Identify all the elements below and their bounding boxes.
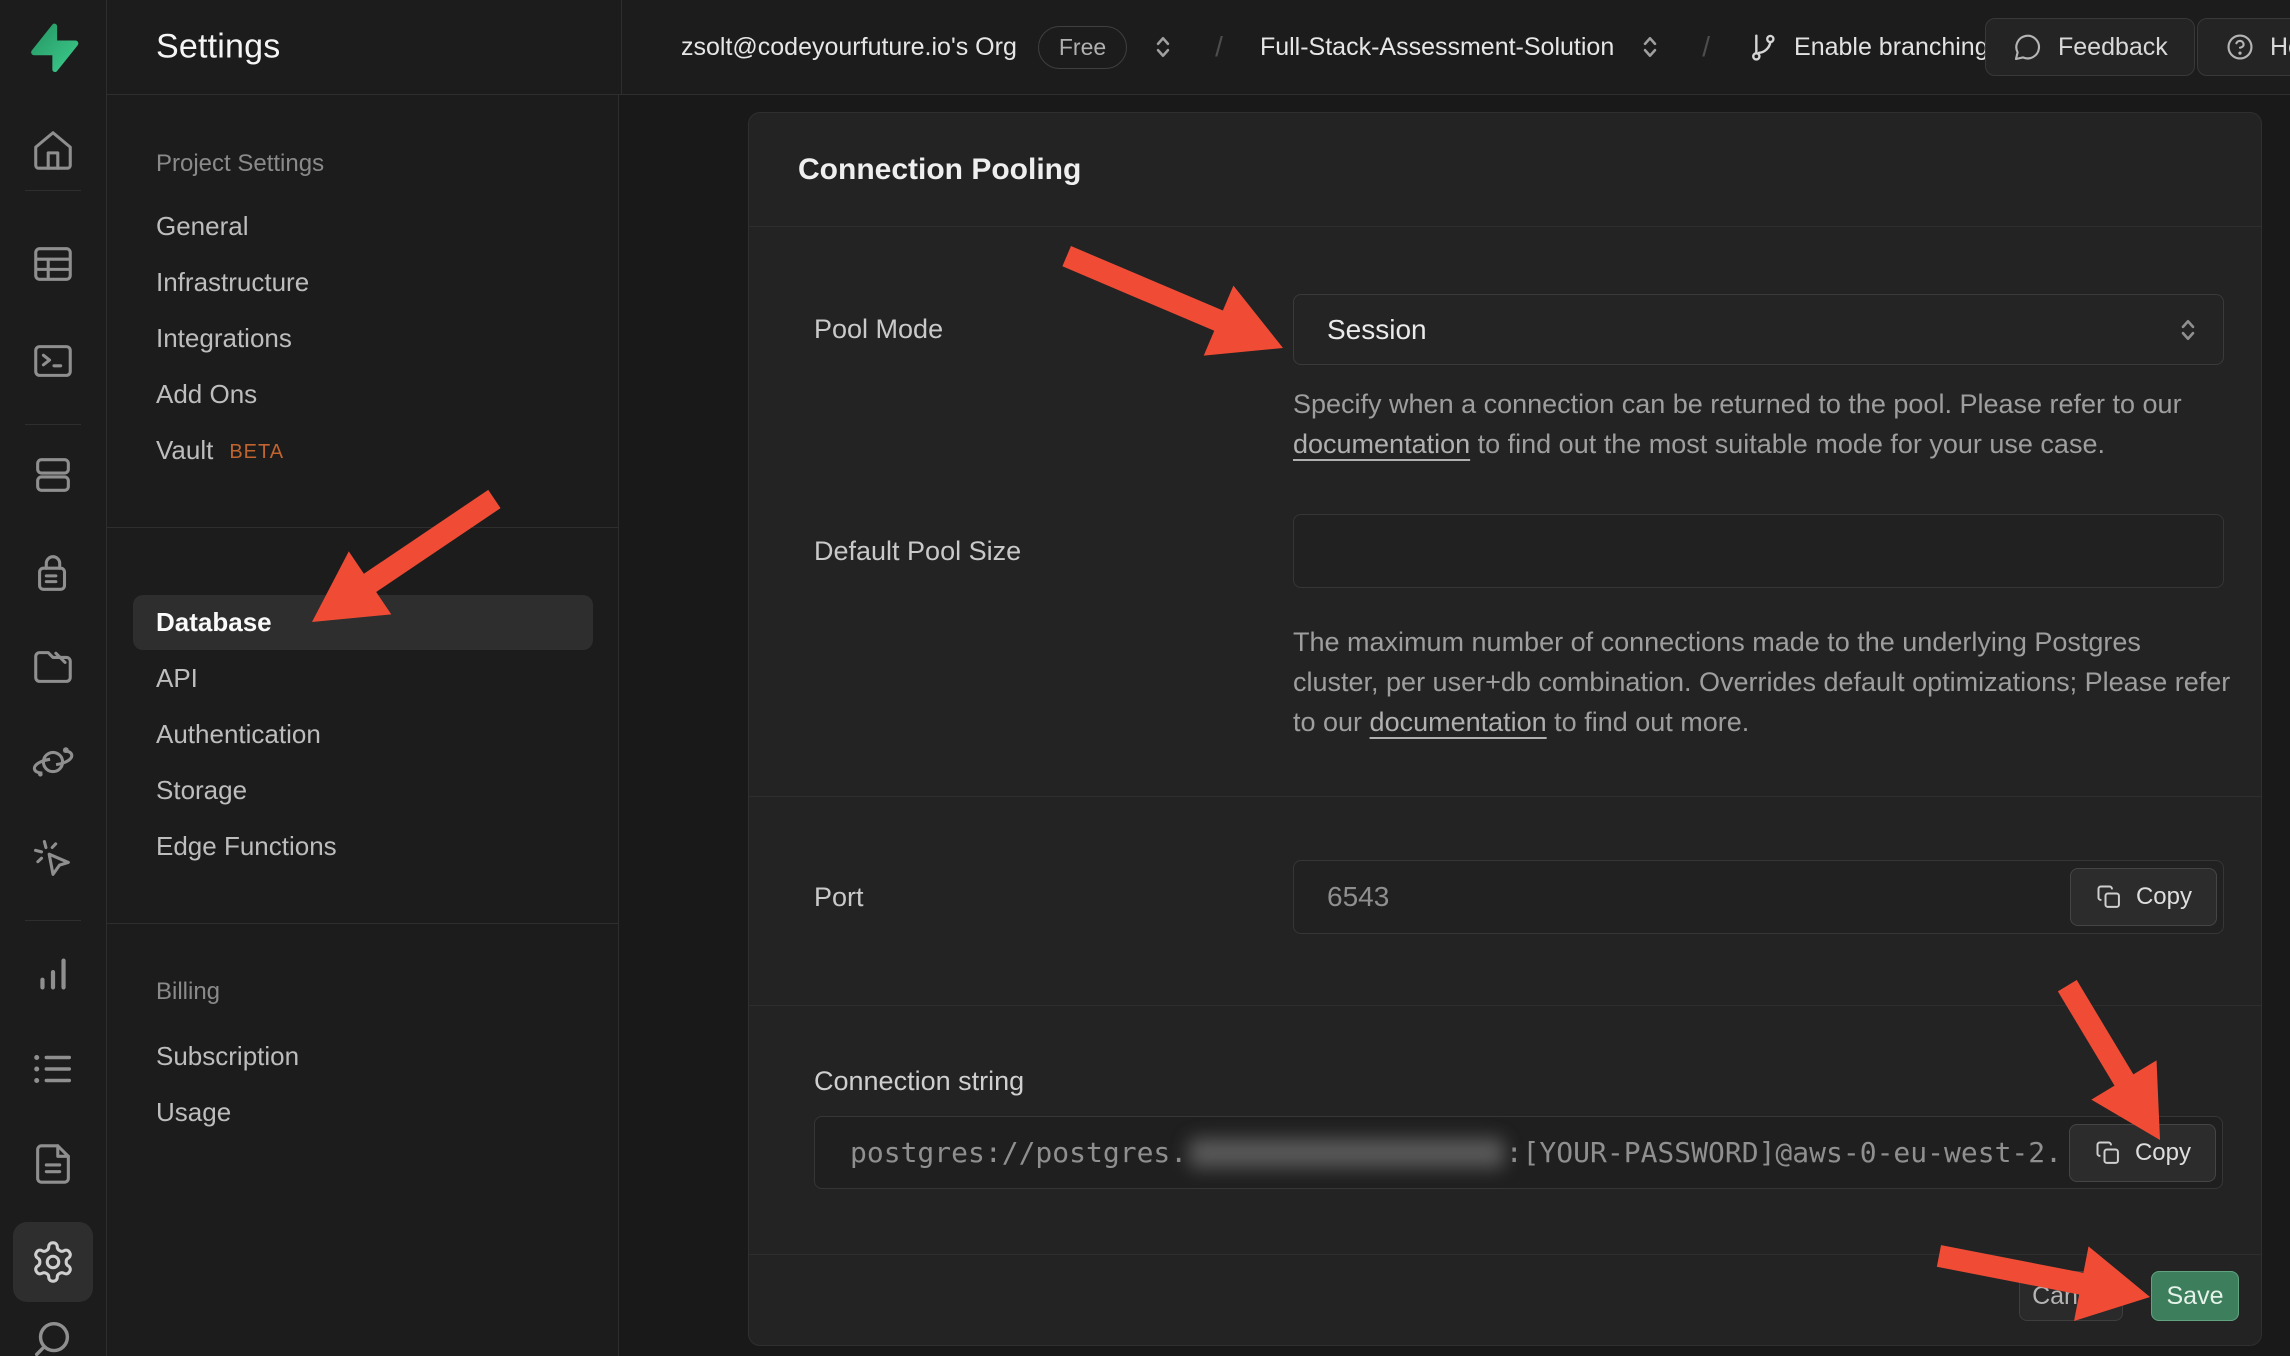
breadcrumb: zsolt@codeyourfuture.io's Org Free / Ful… <box>681 0 1989 94</box>
cancel-button[interactable]: Cancel <box>2019 1271 2123 1321</box>
top-header: Settings zsolt@codeyourfuture.io's Org F… <box>107 0 2290 95</box>
sidebar-item-authentication[interactable]: Authentication <box>107 706 618 762</box>
sidebar-item-usage[interactable]: Usage <box>107 1084 618 1140</box>
rail-divider <box>25 920 81 921</box>
icon-rail <box>0 0 107 1356</box>
storage-icon[interactable] <box>13 627 93 707</box>
enable-branching-button[interactable]: Enable branching <box>1747 31 1989 63</box>
org-switcher-chevron-icon[interactable] <box>1148 32 1178 62</box>
panel-title: Connection Pooling <box>798 153 1081 187</box>
page-title: Settings <box>156 28 280 67</box>
search-icon[interactable] <box>13 1300 93 1356</box>
docs-icon[interactable] <box>13 1124 93 1204</box>
connection-string-label: Connection string <box>814 1066 2223 1097</box>
settings-sidebar: Project Settings General Infrastructure … <box>107 95 619 1356</box>
connection-pooling-panel: Connection Pooling Pool Mode Session Spe… <box>748 112 2262 1346</box>
sidebar-item-storage[interactable]: Storage <box>107 762 618 818</box>
chat-bubble-icon <box>2012 31 2044 63</box>
nav-section-billing: Billing <box>107 964 618 1020</box>
realtime-icon[interactable] <box>13 722 93 802</box>
redacted-project-ref <box>1189 1138 1504 1168</box>
breadcrumb-separator: / <box>1215 31 1223 63</box>
edge-functions-icon[interactable] <box>13 819 93 899</box>
beta-badge: BETA <box>229 420 284 480</box>
port-input[interactable]: 6543 Copy <box>1293 860 2224 934</box>
save-button[interactable]: Save <box>2151 1271 2239 1321</box>
org-breadcrumb[interactable]: zsolt@codeyourfuture.io's Org <box>681 33 1017 62</box>
sidebar-item-add-ons[interactable]: Add Ons <box>107 366 618 422</box>
database-icon[interactable] <box>13 435 93 515</box>
sidebar-item-infrastructure[interactable]: Infrastructure <box>107 254 618 310</box>
copy-icon <box>2095 883 2123 911</box>
connection-string-suffix: :[YOUR-PASSWORD]@aws-0-eu-west-2. <box>1506 1136 2062 1169</box>
documentation-link[interactable]: documentation <box>1293 429 1470 459</box>
home-icon[interactable] <box>13 110 93 190</box>
sidebar-divider <box>107 923 618 924</box>
main-content: Connection Pooling Pool Mode Session Spe… <box>619 95 2290 1356</box>
pool-size-description: The maximum number of connections made t… <box>1293 622 2233 742</box>
port-copy-button[interactable]: Copy <box>2070 868 2217 926</box>
help-button[interactable]: Help <box>2197 18 2290 76</box>
documentation-link[interactable]: documentation <box>1370 707 1547 737</box>
rail-divider <box>25 424 81 425</box>
sidebar-item-database[interactable]: Database <box>133 595 593 650</box>
port-value: 6543 <box>1327 881 1389 913</box>
supabase-logo-icon[interactable] <box>27 21 79 73</box>
sql-editor-icon[interactable] <box>13 321 93 401</box>
nav-section-project-settings: Project Settings <box>107 136 618 192</box>
plan-badge[interactable]: Free <box>1038 26 1127 69</box>
git-branch-icon <box>1747 31 1779 63</box>
default-pool-size-label: Default Pool Size <box>814 514 1293 742</box>
pool-mode-value: Session <box>1327 314 1427 346</box>
chevrons-up-down-icon <box>2173 315 2203 345</box>
project-breadcrumb[interactable]: Full-Stack-Assessment-Solution <box>1260 33 1614 62</box>
table-editor-icon[interactable] <box>13 224 93 304</box>
project-switcher-chevron-icon[interactable] <box>1635 32 1665 62</box>
breadcrumb-separator: / <box>1702 31 1710 63</box>
reports-icon[interactable] <box>13 934 93 1014</box>
pool-mode-label: Pool Mode <box>814 294 1293 464</box>
project-settings-gear-icon[interactable] <box>13 1222 93 1302</box>
rail-divider <box>25 190 81 191</box>
auth-lock-icon[interactable] <box>13 533 93 613</box>
sidebar-item-api[interactable]: API <box>107 650 618 706</box>
port-label: Port <box>814 860 1293 934</box>
connection-string-copy-button[interactable]: Copy <box>2069 1124 2216 1182</box>
help-circle-icon <box>2224 31 2256 63</box>
sidebar-divider <box>107 527 618 528</box>
logs-icon[interactable] <box>13 1029 93 1109</box>
connection-string-box[interactable]: postgres://postgres. :[YOUR-PASSWORD]@aws… <box>814 1116 2223 1189</box>
supabase-settings-app: Settings zsolt@codeyourfuture.io's Org F… <box>0 0 2290 1356</box>
connection-string-prefix: postgres://postgres. <box>850 1136 1187 1169</box>
sidebar-item-edge-functions[interactable]: Edge Functions <box>107 818 618 874</box>
sidebar-item-subscription[interactable]: Subscription <box>107 1028 618 1084</box>
feedback-button[interactable]: Feedback <box>1985 18 2195 76</box>
pool-mode-description: Specify when a connection can be returne… <box>1293 384 2233 464</box>
sidebar-item-vault[interactable]: Vault BETA <box>107 422 618 478</box>
sidebar-item-general[interactable]: General <box>107 198 618 254</box>
sidebar-item-integrations[interactable]: Integrations <box>107 310 618 366</box>
default-pool-size-input[interactable] <box>1327 515 2213 587</box>
pool-mode-select[interactable]: Session <box>1293 294 2224 365</box>
copy-icon <box>2094 1139 2122 1167</box>
